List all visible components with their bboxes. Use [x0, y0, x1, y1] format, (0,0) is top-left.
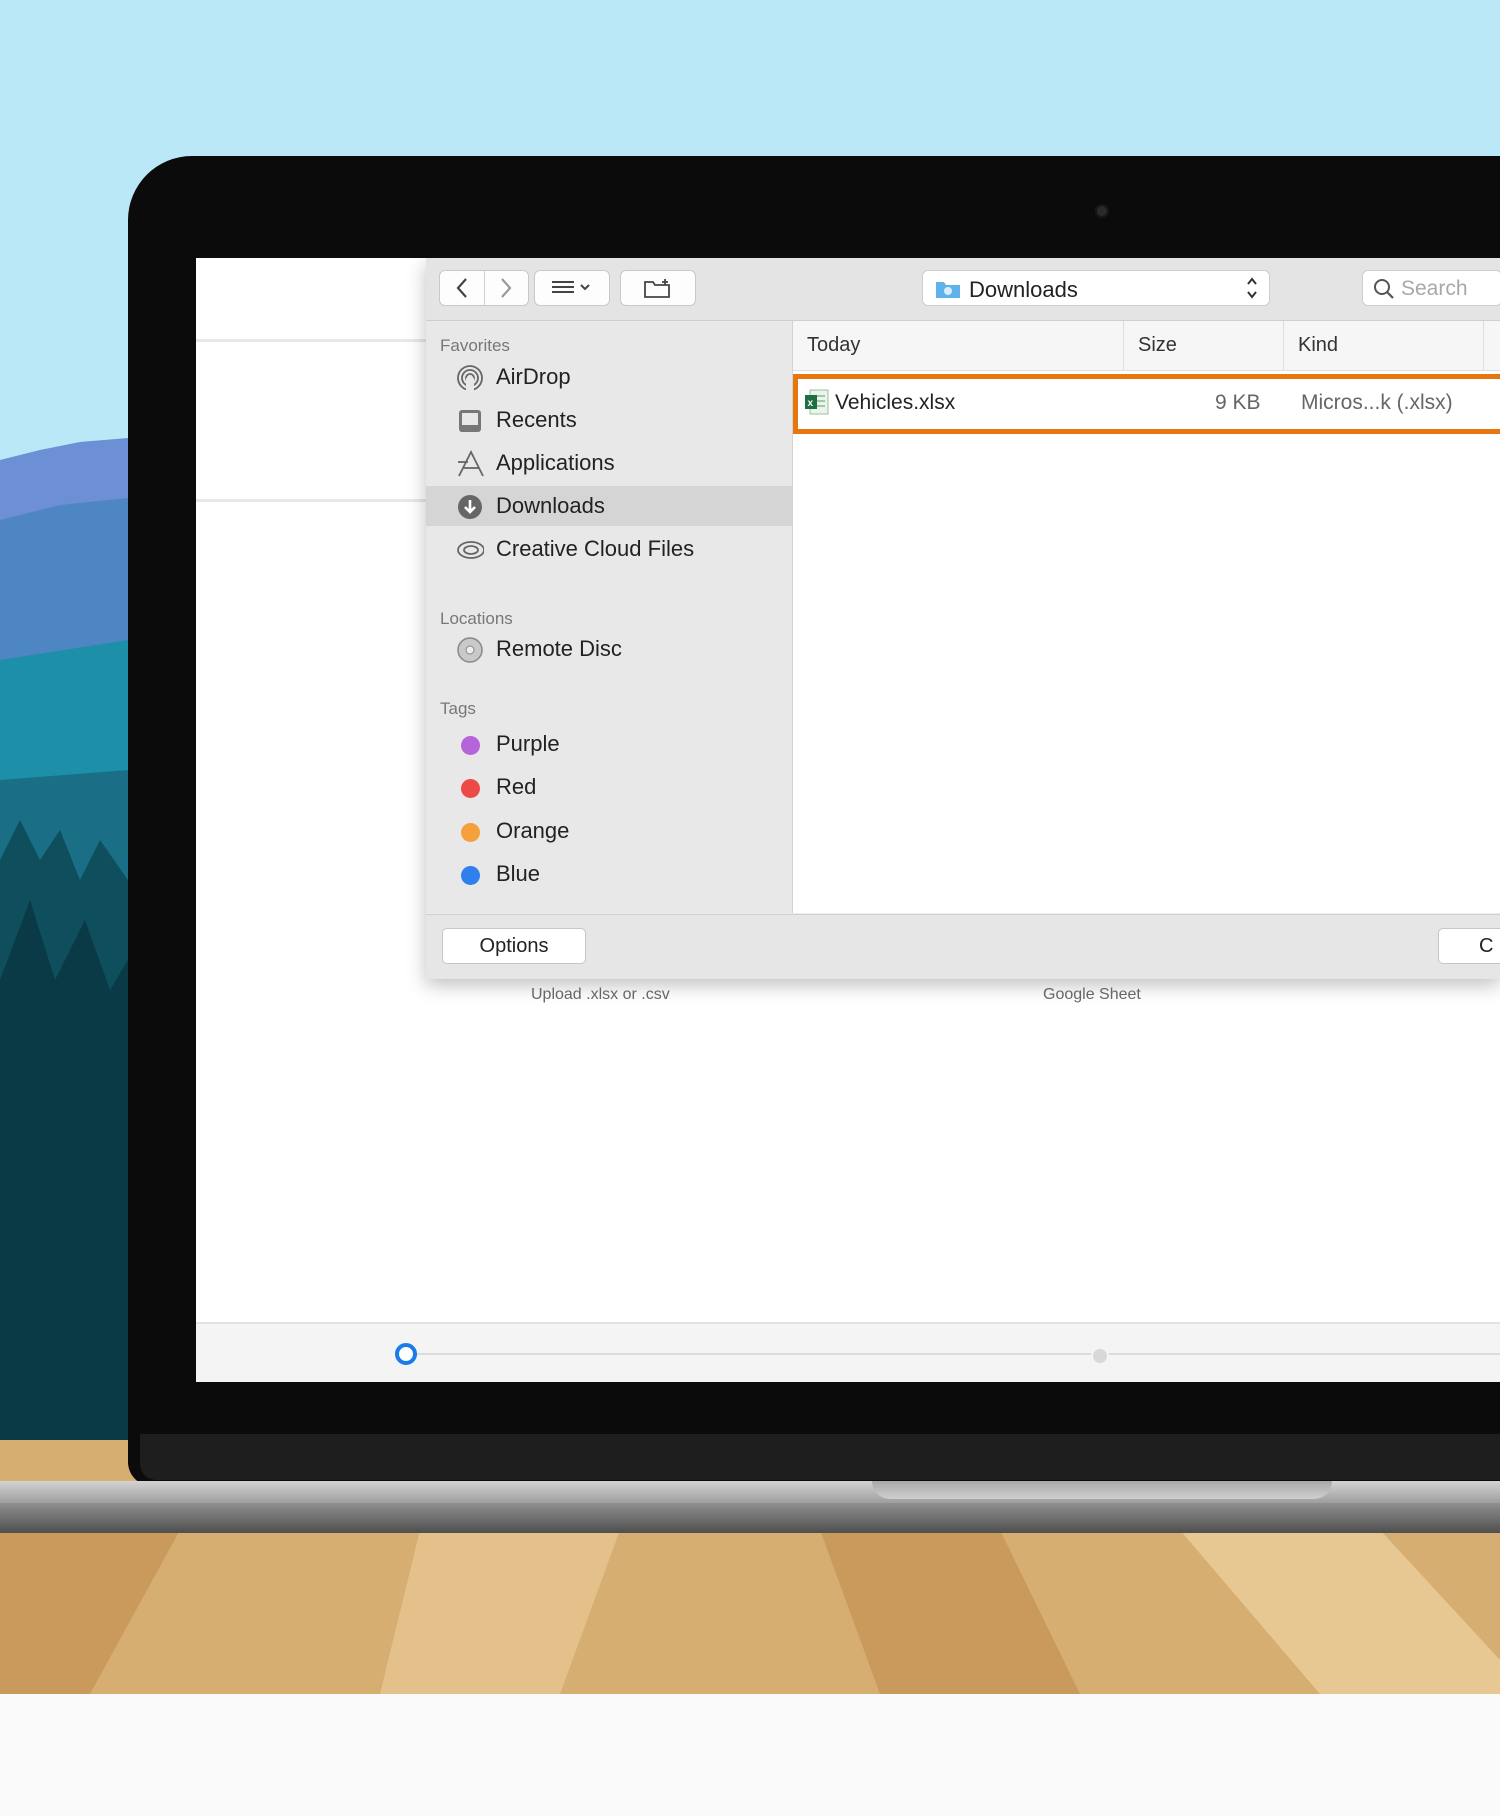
- tag-dot-icon: [456, 774, 484, 802]
- new-folder-button[interactable]: [620, 270, 696, 306]
- sidebar-item-tag-orange[interactable]: Orange: [426, 811, 792, 851]
- cancel-button[interactable]: C: [1438, 928, 1500, 964]
- back-forward-buttons: [439, 270, 529, 306]
- sidebar-item-downloads[interactable]: Downloads: [426, 486, 792, 526]
- laptop-base-bottom: [0, 1503, 1500, 1533]
- disc-icon: [456, 636, 484, 664]
- laptop-hinge: [140, 1434, 1500, 1480]
- creative-cloud-icon: [456, 536, 484, 564]
- back-button[interactable]: [440, 271, 485, 305]
- sidebar-item-label: AirDrop: [496, 364, 571, 389]
- column-header-today[interactable]: Today: [793, 321, 1123, 371]
- camera-icon: [1095, 204, 1109, 218]
- location-popup[interactable]: Downloads: [922, 270, 1270, 306]
- sidebar-item-label: Purple: [496, 731, 560, 756]
- sidebar-item-label: Recents: [496, 407, 577, 432]
- location-label: Downloads: [969, 277, 1078, 302]
- sidebar-item-creative-cloud[interactable]: Creative Cloud Files: [426, 529, 792, 569]
- laptop-screen: Downloads Search Favorites AirDrop Recen…: [196, 258, 1500, 1382]
- tag-dot-icon: [456, 731, 484, 759]
- file-list: Today Size Kind x Vehicles.xlsx 9 KB Mic…: [793, 321, 1500, 913]
- file-row-highlight: [793, 374, 1500, 434]
- dialog-toolbar: Downloads Search: [426, 258, 1500, 321]
- google-sheet-label: Google Sheet: [1043, 986, 1141, 1003]
- airdrop-icon: [456, 364, 484, 392]
- sidebar-item-label: Downloads: [496, 493, 605, 518]
- column-header-size[interactable]: Size: [1123, 321, 1283, 371]
- applications-icon: [456, 450, 484, 478]
- progress-stepper: [196, 1322, 1500, 1382]
- laptop-notch: [872, 1481, 1332, 1499]
- favorites-title: Favorites: [440, 336, 510, 355]
- sidebar-item-label: Creative Cloud Files: [496, 536, 695, 561]
- sidebar-item-label: Blue: [496, 861, 541, 886]
- list-view-icon: [552, 281, 590, 293]
- tags-title: Tags: [440, 699, 476, 718]
- sidebar-item-tag-blue[interactable]: Blue: [426, 854, 792, 894]
- chevron-left-icon: [456, 278, 467, 298]
- column-header-extra: [1483, 321, 1500, 371]
- sidebar-item-recents[interactable]: Recents: [426, 400, 792, 440]
- search-input[interactable]: Search: [1362, 270, 1500, 306]
- new-folder-icon: [644, 279, 670, 298]
- column-header-kind[interactable]: Kind: [1283, 321, 1483, 371]
- tag-dot-icon: [456, 861, 484, 889]
- step-indicator[interactable]: [1091, 1347, 1109, 1365]
- locations-title: Locations: [440, 609, 513, 628]
- tag-dot-icon: [456, 818, 484, 846]
- downloads-icon: [456, 493, 484, 521]
- sidebar-item-label: Applications: [496, 450, 615, 475]
- chevron-right-icon: [501, 278, 512, 298]
- search-icon: [1374, 279, 1394, 299]
- view-options-button[interactable]: [534, 270, 610, 306]
- upload-label: Upload .xlsx or .csv: [531, 986, 670, 1003]
- sidebar-item-airdrop[interactable]: AirDrop: [426, 357, 792, 397]
- recents-icon: [456, 407, 484, 435]
- options-button[interactable]: Options: [442, 928, 586, 964]
- sidebar-item-tag-purple[interactable]: Purple: [426, 724, 792, 764]
- stepper-track: [396, 1353, 1500, 1355]
- sidebar-item-label: Orange: [496, 818, 570, 843]
- sidebar-item-label: Red: [496, 774, 537, 799]
- sidebar-item-applications[interactable]: Applications: [426, 443, 792, 483]
- updown-chevron-icon: [1247, 277, 1257, 299]
- search-placeholder: Search: [1401, 277, 1468, 300]
- open-file-dialog: Downloads Search Favorites AirDrop Recen…: [426, 258, 1500, 979]
- forward-button[interactable]: [485, 271, 529, 305]
- dialog-footer: Options C: [426, 914, 1500, 979]
- step-indicator-active[interactable]: [395, 1343, 417, 1365]
- divider: [196, 339, 426, 342]
- divider: [196, 499, 426, 502]
- sidebar-item-tag-red[interactable]: Red: [426, 767, 792, 807]
- sidebar-item-remote-disc[interactable]: Remote Disc: [426, 629, 792, 669]
- folder-icon: [936, 282, 960, 298]
- sidebar-item-label: Remote Disc: [496, 636, 622, 661]
- sidebar: Favorites AirDrop Recents Applications D…: [426, 321, 793, 913]
